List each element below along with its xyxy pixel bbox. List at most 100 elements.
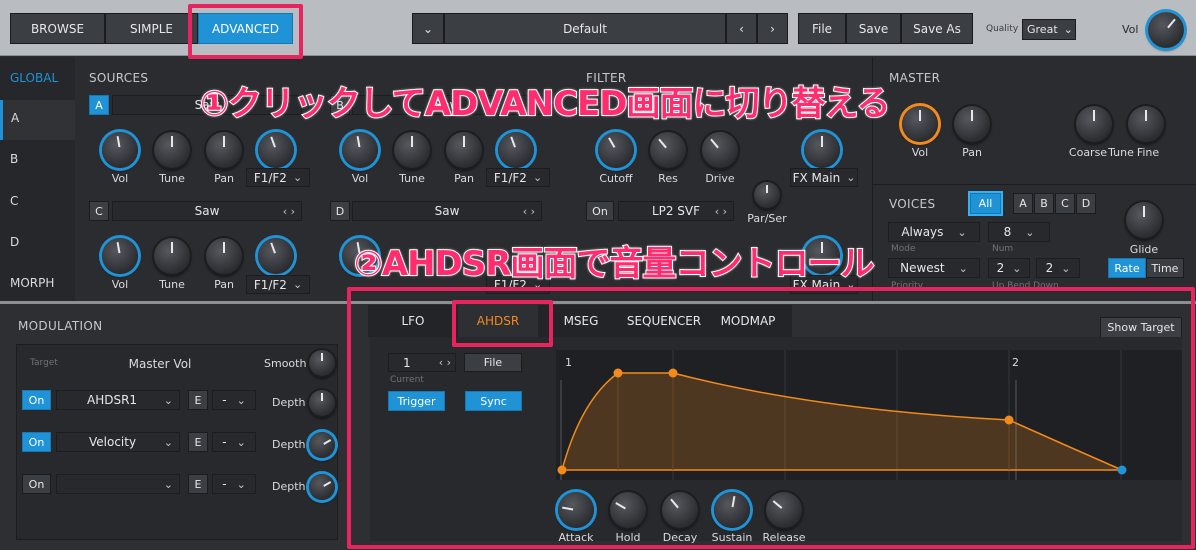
bend-up-value: 2 [996, 261, 1005, 275]
mod-source-label: Velocity [89, 435, 137, 449]
mod-row1-source-select[interactable]: AHDSR1 ⌄ [56, 390, 180, 410]
voices-a-button[interactable]: A [1013, 193, 1033, 214]
source-b-mode-select[interactable]: F1/F2 ⌄ [486, 168, 550, 187]
prev-preset-button[interactable]: ‹ [726, 13, 757, 44]
save-button[interactable]: Save [846, 13, 901, 44]
master-pan-knob[interactable] [954, 106, 990, 142]
voices-d-button[interactable]: D [1076, 193, 1096, 214]
file-button[interactable]: File [798, 13, 846, 44]
source-c-wave[interactable]: Saw ‹ › [112, 201, 302, 221]
mod-smooth-label: Smooth [264, 357, 307, 370]
mod-curve-label: - [222, 393, 227, 407]
filter-on-button[interactable]: On [586, 201, 614, 221]
preset-name[interactable]: Default [444, 13, 726, 44]
save-as-button[interactable]: Save As [901, 13, 973, 44]
source-d-wave[interactable]: Saw ‹ › [352, 201, 542, 221]
source-c-mode-select[interactable]: F1/F2 ⌄ [246, 275, 310, 294]
sidebar-item-global[interactable]: GLOBAL [10, 71, 58, 85]
filter-cutoff-label: Cutoff [599, 172, 633, 185]
mod-row3-depth-knob[interactable] [309, 474, 335, 500]
source-c-f1f2-knob[interactable] [258, 238, 294, 274]
filter-fx-knob[interactable] [804, 132, 840, 168]
source-c-pan-knob[interactable] [206, 238, 242, 274]
voices-priority-select[interactable]: Newest ⌄ [888, 258, 980, 278]
filter-fx-select[interactable]: FX Main ⌄ [790, 168, 858, 187]
source-c-vol-knob[interactable] [102, 238, 138, 274]
mod-row3-curve-select[interactable]: - ⌄ [212, 474, 256, 494]
sidebar [0, 57, 75, 301]
sidebar-item-a[interactable]: A [0, 100, 75, 140]
mod-row1-on-button[interactable]: On [22, 390, 51, 410]
voices-num-select[interactable]: 8 ⌄ [988, 222, 1050, 242]
mod-target-value[interactable]: Master Vol [100, 357, 220, 371]
glide-knob[interactable] [1126, 202, 1162, 238]
sidebar-item-c[interactable]: C [10, 194, 18, 208]
mod-row3-source-select[interactable]: ⌄ [56, 474, 180, 494]
voices-bend-up-select[interactable]: 2 ⌄ [988, 258, 1030, 278]
master-pan-label: Pan [962, 146, 982, 159]
source-b-tune-knob[interactable] [394, 132, 430, 168]
master-fine-knob[interactable] [1128, 106, 1164, 142]
mod-row3-on-button[interactable]: On [22, 474, 51, 494]
master-coarse-knob[interactable] [1076, 106, 1112, 142]
source-b-f1f2-knob[interactable] [498, 132, 534, 168]
mod-row2-on-button[interactable]: On [22, 432, 51, 452]
chevron-left-icon: ‹ [739, 21, 744, 36]
preset-menu-button[interactable]: ⌄ [412, 13, 444, 44]
annotation-step-one: ①クリックしてADVANCED画面に切り替える [199, 83, 891, 125]
simple-button[interactable]: SIMPLE [105, 13, 198, 44]
source-a-f1f2-knob[interactable] [258, 132, 294, 168]
sidebar-item-d[interactable]: D [10, 235, 19, 249]
mod-row2-e-button[interactable]: E [188, 432, 208, 452]
mod-row3-e-button[interactable]: E [188, 474, 208, 494]
chevron-down-icon: ⌄ [163, 435, 173, 449]
mod-row2-depth-label: Depth [272, 438, 306, 451]
browse-button[interactable]: BROWSE [10, 13, 105, 44]
sidebar-item-b[interactable]: B [10, 152, 18, 166]
ahdsr-section-highlight [347, 287, 1195, 549]
glide-time-button[interactable]: Time [1146, 258, 1184, 278]
filter-res-knob[interactable] [650, 132, 686, 168]
mod-smooth-knob[interactable] [309, 350, 335, 376]
voices-all-button[interactable]: All [970, 193, 1001, 214]
master-vol-knob-2[interactable] [902, 106, 938, 142]
source-b-pan-knob[interactable] [446, 132, 482, 168]
mod-row1-depth-knob[interactable] [309, 390, 335, 416]
bend-down-value: 2 [1045, 261, 1054, 275]
voices-b-button[interactable]: B [1034, 193, 1054, 214]
mod-row2-curve-select[interactable]: - ⌄ [212, 432, 256, 452]
master-vol-knob[interactable] [1148, 12, 1184, 48]
mod-row2-source-select[interactable]: Velocity ⌄ [56, 432, 180, 452]
filter-drive-knob[interactable] [702, 132, 738, 168]
mod-row1-e-button[interactable]: E [188, 390, 208, 410]
voices-mode-label: Mode [891, 244, 916, 254]
voices-c-button[interactable]: C [1055, 193, 1075, 214]
voices-bend-down-select[interactable]: 2 ⌄ [1036, 258, 1080, 278]
source-c-pan-label: Pan [214, 278, 234, 291]
quality-select[interactable]: Great ⌄ [1022, 19, 1076, 40]
source-a-pan-knob[interactable] [206, 132, 242, 168]
mod-row2-depth-knob[interactable] [309, 432, 335, 458]
voices-mode-select[interactable]: Always ⌄ [888, 222, 980, 242]
source-b-vol-label: Vol [351, 172, 369, 185]
source-b-vol-knob[interactable] [342, 132, 378, 168]
mode-label: F1/F2 [253, 170, 287, 185]
next-preset-button[interactable]: › [757, 13, 788, 44]
source-a-vol-knob[interactable] [102, 132, 138, 168]
glide-rate-button[interactable]: Rate [1108, 258, 1146, 278]
source-a-badge[interactable]: A [89, 95, 109, 115]
mod-curve-label: - [222, 435, 227, 449]
par-ser-knob[interactable] [754, 182, 780, 208]
source-c-badge[interactable]: C [89, 201, 109, 221]
source-a-tune-knob[interactable] [154, 132, 190, 168]
sidebar-item-morph[interactable]: MORPH [10, 276, 54, 290]
sidebar-item-label: A [11, 111, 20, 125]
mod-row1-curve-select[interactable]: - ⌄ [212, 390, 256, 410]
filter-cutoff-knob[interactable] [598, 132, 634, 168]
annotation-step-two: ②AHDSR画面で音量コントロール [353, 243, 875, 285]
filter-type-select[interactable]: LP2 SVF ‹ › [618, 201, 734, 221]
mode-label: F1/F2 [253, 277, 287, 292]
source-c-tune-knob[interactable] [154, 238, 190, 274]
source-a-mode-select[interactable]: F1/F2 ⌄ [246, 168, 310, 187]
source-d-badge[interactable]: D [330, 201, 350, 221]
